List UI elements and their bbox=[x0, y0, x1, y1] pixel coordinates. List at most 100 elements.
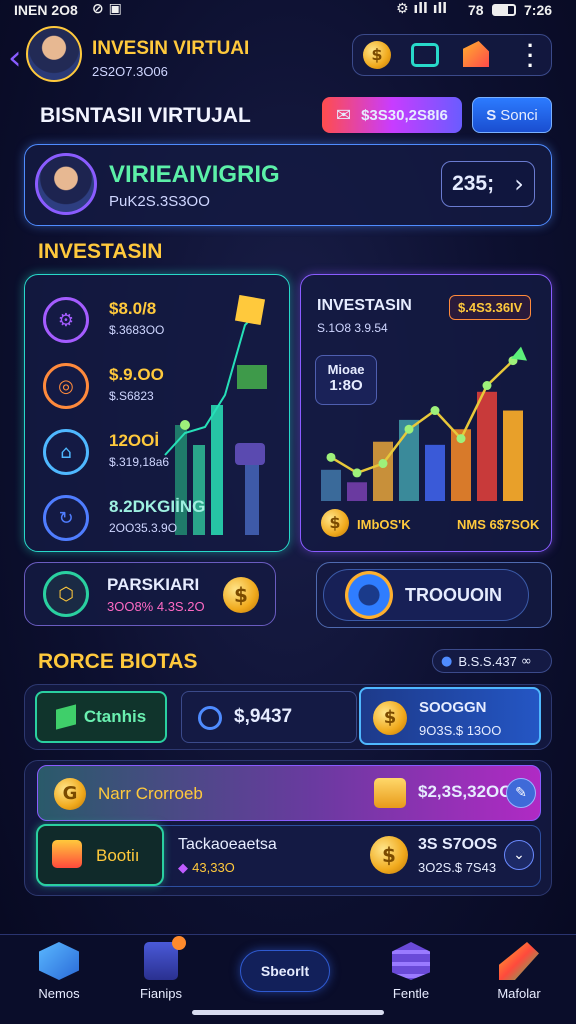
refresh-icon[interactable] bbox=[198, 706, 222, 730]
box-icon bbox=[55, 704, 76, 730]
diamond-icon: ◆ bbox=[178, 861, 193, 876]
profile-sub: PuK2S.3S3OO bbox=[109, 193, 210, 210]
edit-icon[interactable]: ✎ bbox=[506, 778, 536, 808]
item-sub: $.S6823 bbox=[109, 389, 154, 403]
status-left: INEN 2O8 bbox=[14, 2, 78, 18]
balance-value: $3S30,2S8I6 bbox=[361, 106, 448, 124]
balance-badge[interactable]: ✉ $3S30,2S8I6 bbox=[322, 97, 462, 133]
more-icon[interactable]: · · · bbox=[527, 35, 534, 77]
calendar-icon bbox=[144, 936, 186, 980]
flag-icon[interactable] bbox=[463, 41, 489, 67]
g-coin-icon: G bbox=[54, 778, 86, 810]
row2-amount: $2,3S,32OO bbox=[418, 782, 513, 801]
nav-label: Mafolar bbox=[497, 986, 541, 1001]
chart-foot-right: NMS 6$7SOK bbox=[457, 517, 540, 532]
nav-item-1[interactable]: Fianips bbox=[116, 936, 206, 1001]
invest-list-item[interactable]: ◎ $.9.OO $.S6823 bbox=[25, 359, 185, 419]
coin-icon[interactable]: $ bbox=[363, 41, 391, 69]
passport-sub: 3OO8% 4.3S.2O bbox=[107, 599, 205, 614]
roble-title: RORCE BIOTAS bbox=[38, 650, 198, 673]
app-title: INVESIN VIRTUAI bbox=[92, 38, 250, 59]
chart-badge[interactable]: $.4S3.36IV bbox=[449, 295, 532, 320]
sort-button[interactable]: S Sonci bbox=[472, 97, 552, 133]
profile-name: VIRIEAIVIGRIG bbox=[109, 161, 280, 188]
roble-row-2[interactable]: G Narr Crorroeb $2,3S,32OO ✎ bbox=[37, 765, 541, 821]
coin-card-sub: 9O3S.$ 13OO bbox=[419, 723, 502, 738]
passport-card[interactable]: ⬡ PARSKIARI 3OO8% 4.3S.2O $ bbox=[24, 562, 276, 626]
roble-row-1: Ctanhis $,9437 $ SOOGGN 9O3S.$ 13OO bbox=[24, 684, 552, 750]
category-chip[interactable]: Ctanhis bbox=[35, 691, 167, 743]
invest-list-item[interactable]: ↻ 8.2DKGIİNG 2OO35.3.9O bbox=[25, 491, 205, 551]
gift-icon: ✉ bbox=[336, 104, 352, 126]
cycle-icon: ↻ bbox=[43, 495, 89, 541]
nav-label: Fianips bbox=[140, 986, 182, 1001]
invest-title: INVESTASIN bbox=[38, 240, 163, 263]
target-icon: ◎ bbox=[43, 363, 89, 409]
mini-bar bbox=[211, 405, 223, 535]
link-icon bbox=[235, 443, 265, 465]
chart-point bbox=[352, 468, 362, 478]
item-value: 8.2DKGIİNG bbox=[109, 497, 206, 516]
chart-bar bbox=[425, 444, 445, 501]
avatar[interactable] bbox=[26, 26, 82, 82]
item-value: 12OOİ bbox=[109, 431, 160, 450]
chart-point bbox=[404, 424, 414, 434]
nav-item-0[interactable]: Nemos bbox=[14, 942, 104, 1001]
roble-badge-value: B.S.S.437 bbox=[458, 653, 517, 669]
chart-title: INVESTASIN bbox=[317, 297, 412, 314]
section-title: BISNTASII VIRTUJAL bbox=[40, 104, 251, 127]
box-icon bbox=[52, 840, 82, 868]
chart-bar bbox=[347, 482, 367, 501]
trophy-button[interactable]: TROOUOIN bbox=[316, 562, 552, 628]
roble-row-3[interactable]: Bootiı Tackaoeaetsa ◆ 43,33O $ 3S S7OOS … bbox=[36, 824, 541, 887]
chest-icon bbox=[374, 778, 406, 808]
dollar-icon: S bbox=[486, 106, 497, 124]
cube-icon bbox=[39, 942, 79, 980]
home-indicator[interactable] bbox=[192, 1010, 384, 1015]
invest-list-item[interactable]: ⚙ $8.0/8 $.3683OO bbox=[25, 293, 185, 353]
trophy-label: TROOUOIN bbox=[405, 585, 502, 605]
status-time: 7:26 bbox=[524, 2, 553, 18]
row1-amount: $,9437 bbox=[234, 706, 293, 727]
lock-icon: ⌂ bbox=[43, 429, 89, 475]
coin-card-title: SOOGGN bbox=[419, 699, 487, 716]
battery-level: 78 bbox=[468, 2, 484, 18]
invest-list-item[interactable]: ⌂ 12OOİ $.319,18a6 bbox=[25, 425, 185, 485]
gear-icon bbox=[345, 571, 393, 619]
bar-line-chart bbox=[321, 346, 527, 501]
shield-icon: ⬡ bbox=[43, 571, 89, 617]
rocket-icon bbox=[499, 942, 539, 980]
chevron-down-icon[interactable]: ⌄ bbox=[504, 840, 534, 870]
nav-item-4[interactable]: Mafolar bbox=[474, 942, 564, 1001]
layers-icon bbox=[392, 942, 430, 980]
coin-card[interactable]: $ SOOGGN 9O3S.$ 13OO bbox=[359, 687, 541, 745]
nav-center-button[interactable]: Sbeorlt bbox=[240, 950, 330, 992]
header-subtitle: 2S2O7.3O06 bbox=[92, 64, 168, 79]
row3-name: Tackaoeaetsa bbox=[178, 836, 277, 853]
sort-label: Sonci bbox=[500, 106, 538, 124]
chart-sub: S.1O8 3.9.54 bbox=[317, 321, 388, 335]
passport-title: PARSKIARI bbox=[107, 575, 200, 594]
booti-chip[interactable]: Bootiı bbox=[36, 824, 164, 886]
profile-card[interactable]: VIRIEAIVIGRIG PuK2S.3S3OO 235; › bbox=[24, 144, 552, 226]
nav-label: Nemos bbox=[38, 986, 80, 1001]
item-value: $8.0/8 bbox=[109, 299, 157, 318]
gear-icon: ⚙ bbox=[43, 297, 89, 343]
cube-icon bbox=[234, 295, 266, 326]
profile-count: 235; bbox=[452, 172, 495, 195]
item-sub: $.3683OO bbox=[109, 323, 165, 337]
roble-list: G Narr Crorroeb $2,3S,32OO ✎ Bootiı Tack… bbox=[24, 760, 552, 896]
trend-icon bbox=[237, 365, 267, 389]
chart-foot-left: IMbOS'K bbox=[357, 517, 411, 532]
wallet-icon[interactable] bbox=[411, 43, 439, 67]
profile-count-button[interactable]: 235; › bbox=[441, 161, 535, 207]
amount-box: $,9437 bbox=[181, 691, 357, 743]
back-chevron-icon[interactable]: ‹ bbox=[8, 38, 22, 78]
dot-icon: ● bbox=[441, 653, 453, 669]
chart-bar bbox=[503, 410, 523, 501]
chart-bar bbox=[373, 441, 393, 501]
chart-point bbox=[430, 406, 440, 416]
infinity-icon: ∞ bbox=[520, 653, 532, 669]
nav-item-3[interactable]: Fentle bbox=[366, 942, 456, 1001]
roble-badge[interactable]: ● B.S.S.437 ∞ bbox=[432, 649, 552, 673]
